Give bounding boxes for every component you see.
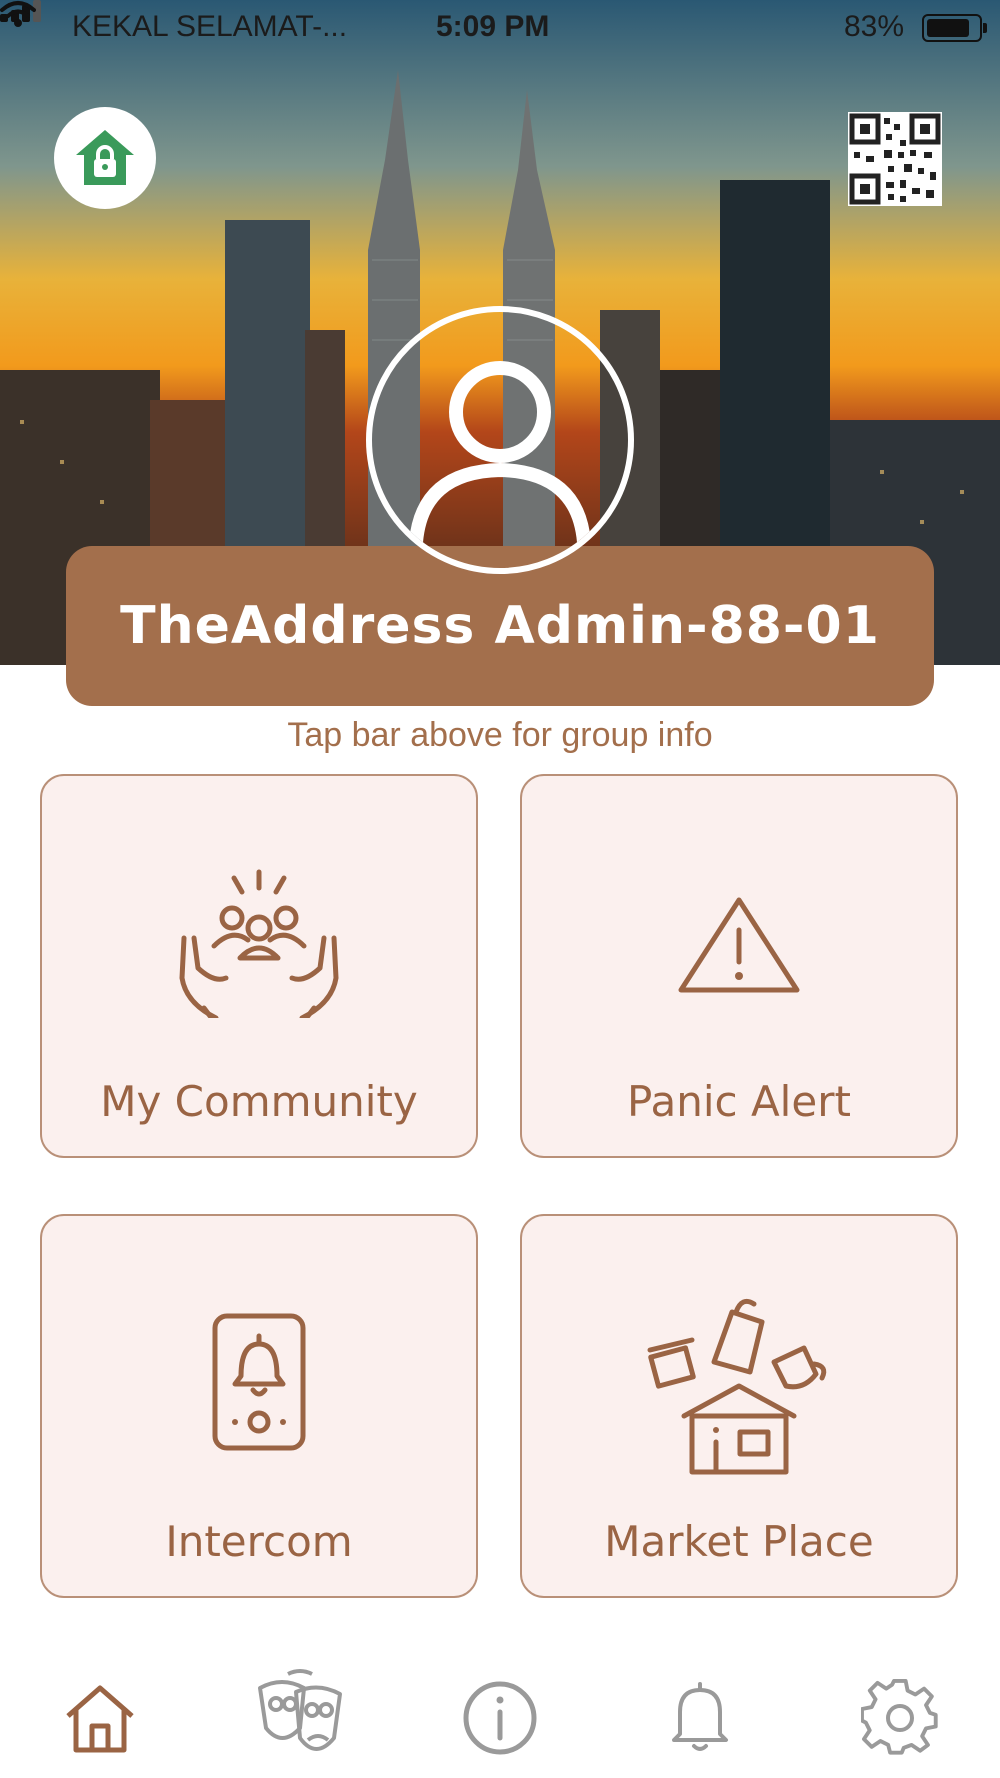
bottom-tab-bar: [0, 1660, 1000, 1778]
gear-icon: [861, 1679, 938, 1755]
status-bar: KEKAL SELAMAT-... 5:09 PM 83%: [0, 0, 1000, 56]
warning-triangle-icon: [678, 897, 800, 993]
tile-label: Market Place: [604, 1517, 874, 1566]
tab-info[interactable]: [450, 1668, 550, 1768]
group-info-hint: Tap bar above for group info: [287, 716, 713, 754]
wifi-icon: [0, 1, 36, 27]
battery-percent: 83%: [844, 10, 905, 43]
tile-market-place[interactable]: Market Place: [520, 1214, 958, 1598]
market-shop-icon: [647, 1298, 827, 1475]
info-icon: [463, 1681, 537, 1755]
tab-settings[interactable]: [850, 1668, 950, 1768]
carrier-name: KEKAL SELAMAT-...: [72, 10, 348, 43]
tile-my-community[interactable]: My Community: [40, 774, 478, 1158]
tile-intercom[interactable]: Intercom: [40, 1214, 478, 1598]
battery-icon: [922, 14, 987, 42]
home-lock-icon: [76, 130, 134, 185]
home-icon: [66, 1685, 134, 1753]
user-avatar[interactable]: [366, 306, 634, 574]
group-name: TheAddress Admin-88-01: [120, 596, 880, 656]
tile-label: Panic Alert: [627, 1077, 851, 1126]
masks-icon: [258, 1669, 342, 1751]
qr-code-button[interactable]: [848, 112, 942, 206]
tile-label: My Community: [100, 1077, 418, 1126]
tile-panic-alert[interactable]: Panic Alert: [520, 774, 958, 1158]
bell-icon: [672, 1682, 728, 1751]
intercom-bell-icon: [212, 1313, 306, 1451]
tab-notifications[interactable]: [650, 1668, 750, 1768]
clock-time: 5:09 PM: [436, 10, 550, 43]
home-lock-button[interactable]: [54, 107, 156, 209]
tab-home[interactable]: [50, 1668, 150, 1768]
tile-label: Intercom: [165, 1517, 353, 1566]
community-hands-icon: [179, 869, 339, 1018]
tab-events[interactable]: [250, 1668, 350, 1768]
user-avatar-icon: [409, 361, 591, 543]
qr-code-icon: [849, 113, 941, 205]
